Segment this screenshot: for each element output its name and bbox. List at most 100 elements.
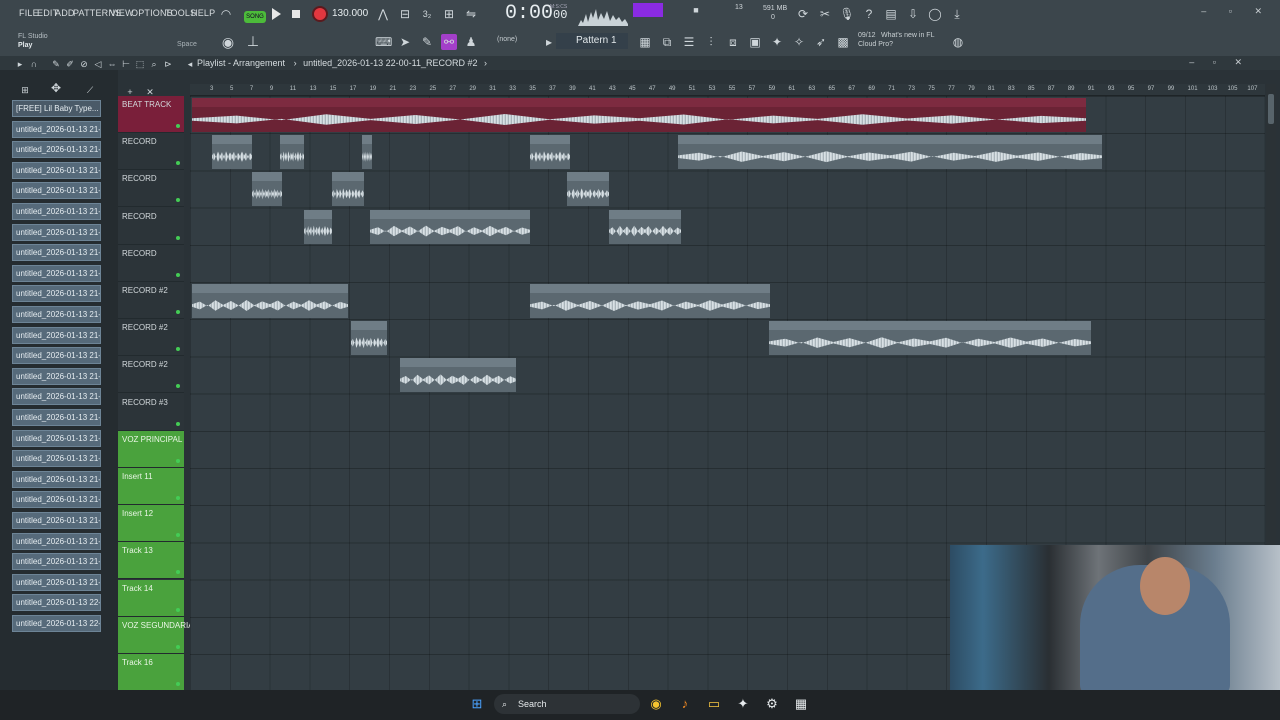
clip-source-item[interactable]: untitled_2026-01-13 21-...	[12, 553, 101, 571]
wait-icon[interactable]: ⊟	[397, 6, 413, 22]
app-icon[interactable]: ✦	[735, 696, 751, 712]
track-header[interactable]: RECORD	[118, 133, 184, 171]
plugin-icon[interactable]: ▣	[747, 34, 763, 50]
clip-source-item[interactable]: untitled_2026-01-13 21-...	[12, 244, 101, 262]
chrome-icon[interactable]: ◉	[648, 696, 664, 712]
audio-clip[interactable]: untitled_2026-01-13 21-57-38_RECORD #2	[192, 284, 348, 318]
audio-clip[interactable]	[362, 135, 372, 170]
master-pitch-knob[interactable]: ◉	[220, 34, 236, 50]
record-button[interactable]	[312, 6, 328, 22]
track-header[interactable]: RECORD	[118, 208, 184, 245]
download-icon[interactable]: ⤓	[949, 6, 965, 22]
clip-source-item[interactable]: untitled_2026-01-13 21-...	[12, 470, 101, 488]
news-panel[interactable]: 09/12 What's new in FL Cloud Pro?	[858, 31, 934, 48]
link-icon[interactable]: ⚯	[441, 34, 457, 50]
track-header[interactable]: VOZ SEGUNDARIA	[118, 616, 194, 654]
clip-source-item[interactable]: untitled_2026-01-13 21-...	[12, 491, 101, 509]
clip-source-item[interactable]: untitled_2026-01-13 21-...	[12, 532, 101, 550]
master-volume-icon[interactable]: ■	[688, 2, 704, 18]
clip-source-item[interactable]: untitled_2026-01-13 21-...	[12, 120, 101, 138]
clip-source-item[interactable]: untitled_2026-01-13 21-...	[12, 326, 101, 344]
track-header[interactable]: RECORD	[118, 245, 184, 282]
track-led-icon[interactable]	[176, 198, 180, 203]
master-volume-slider[interactable]: ⊥	[245, 33, 261, 49]
mic-icon[interactable]: 🎙	[839, 6, 855, 22]
track-header[interactable]: Track 16	[118, 654, 184, 691]
playlist-arrow-icon[interactable]: ◂	[182, 56, 198, 72]
clip-source-item[interactable]: untitled_2026-01-13 21-...	[12, 203, 101, 220]
clip-source-item[interactable]: untitled_2026-01-13 21-...	[12, 450, 101, 468]
move-icon[interactable]: ✥	[48, 80, 64, 96]
audio-clip[interactable]: unt..	[280, 135, 304, 170]
clip-tool-icon[interactable]: ⟋	[82, 82, 98, 98]
audio-clip[interactable]: untitled_..._RECORD	[609, 209, 681, 244]
clip-source-item[interactable]: untitled_2026-01-13 21-...	[12, 285, 101, 303]
arrow-icon[interactable]: ➤	[397, 34, 413, 50]
pattern-selector[interactable]: Pattern 1	[556, 33, 628, 49]
menu-add[interactable]: ADD	[55, 8, 75, 18]
audio-clip[interactable]: untitled_2026-01-13 22-00-11_RECORD #2	[530, 284, 770, 318]
track-led-icon[interactable]	[176, 458, 180, 463]
playlist-icon[interactable]: ▦	[637, 34, 653, 50]
audio-clip[interactable]: untitled_2026-01-13 21-51-30_RECORD	[370, 209, 530, 244]
channel-rack-icon[interactable]: ⧉	[659, 34, 675, 50]
piano-roll-icon[interactable]: ☰	[681, 34, 697, 50]
clip-source-item[interactable]: untitled_2026-01-13 21-...	[12, 512, 101, 529]
timeline-ruler[interactable]: 3 5 7 9 11 13 15 17 19 21 23 25 27 29 31 33 35 37 39 41 43 45…	[190, 84, 1265, 96]
chat-icon[interactable]: ◯	[927, 6, 943, 22]
playlist-window-controls[interactable]: – ▫ ✕	[1189, 57, 1250, 68]
clip-source-item[interactable]: untitled_2026-01-13 21-...	[12, 264, 101, 282]
audio-clip[interactable]: unt..D	[332, 172, 364, 207]
track-led-icon[interactable]	[176, 682, 180, 686]
track-header[interactable]: RECORD #2	[118, 319, 184, 357]
audio-clip[interactable]: [FREE] Lil Baby Type Beat - "BRAKE"	[192, 98, 1086, 132]
track-led-icon[interactable]	[176, 347, 180, 352]
loop-icon[interactable]: ◠	[218, 6, 234, 22]
cpu-icon[interactable]: ▩	[835, 34, 851, 50]
pattern-color-swatch[interactable]	[633, 3, 663, 17]
stop-button[interactable]	[292, 10, 300, 18]
track-header[interactable]: RECORD	[118, 170, 184, 208]
metronome-icon[interactable]: ⋀	[375, 6, 391, 22]
track-header[interactable]: Track 13	[118, 542, 184, 580]
track-led-icon[interactable]	[176, 533, 180, 538]
scroll-thumb[interactable]	[1268, 94, 1274, 124]
audio-clip[interactable]: unti..#2	[351, 321, 387, 356]
track-led-icon[interactable]	[176, 607, 180, 612]
track-led-icon[interactable]	[176, 384, 180, 389]
audio-clip[interactable]: untit..ORD	[567, 172, 609, 207]
audio-clip[interactable]: unt..	[252, 172, 282, 207]
calculator-icon[interactable]: ▦	[793, 696, 809, 712]
clip-source-item[interactable]: untitled_2026-01-13 21-...	[12, 573, 101, 591]
refresh-icon[interactable]: ⟳	[795, 6, 811, 22]
clip-source-item[interactable]: untitled_2026-01-13 21-...	[12, 429, 101, 447]
track-header[interactable]: RECORD #2	[118, 282, 184, 319]
track-header[interactable]: VOZ PRINCIPAL	[118, 430, 184, 468]
audio-clip[interactable]: untit..RD	[212, 135, 252, 170]
track-header[interactable]: Insert 11	[118, 468, 184, 505]
play-button[interactable]	[272, 8, 281, 20]
windows-start-icon[interactable]: ⊞	[469, 696, 485, 712]
clip-source-item[interactable]: untitled_2026-01-13 21-...	[12, 182, 101, 200]
track-led-icon[interactable]	[176, 124, 180, 128]
window-controls[interactable]: – ▫ ✕	[1201, 6, 1272, 17]
audio-clip[interactable]: untitled_2026-01-13 21-53-50_RECORD	[678, 135, 1102, 170]
track-led-icon[interactable]	[176, 421, 180, 426]
globe-icon[interactable]: ◍	[950, 34, 966, 50]
clip-source-item[interactable]: untitled_2026-01-13 21-...	[12, 388, 101, 406]
track-header[interactable]: Insert 12	[118, 505, 184, 543]
track-led-icon[interactable]	[176, 496, 180, 500]
save-icon[interactable]: ▤	[883, 6, 899, 22]
touch-keyboard-icon[interactable]: ➶	[813, 34, 829, 50]
song-mode-button[interactable]: SONG	[244, 11, 266, 23]
countdown-icon[interactable]: 3₂	[419, 6, 435, 22]
tempo-tapper-icon[interactable]: ✦	[769, 34, 785, 50]
folder-icon[interactable]: ▭	[706, 696, 722, 712]
track-header[interactable]: Track 14	[118, 579, 184, 617]
track-header[interactable]: RECORD #3	[118, 394, 184, 431]
tempo-display[interactable]: 130.000	[332, 8, 368, 19]
menu-help[interactable]: HELP	[191, 8, 215, 18]
loop-record-icon[interactable]: ⇋	[463, 6, 479, 22]
blend-icon[interactable]: ⊞	[441, 6, 457, 22]
track-header[interactable]: BEAT TRACK	[118, 96, 184, 133]
